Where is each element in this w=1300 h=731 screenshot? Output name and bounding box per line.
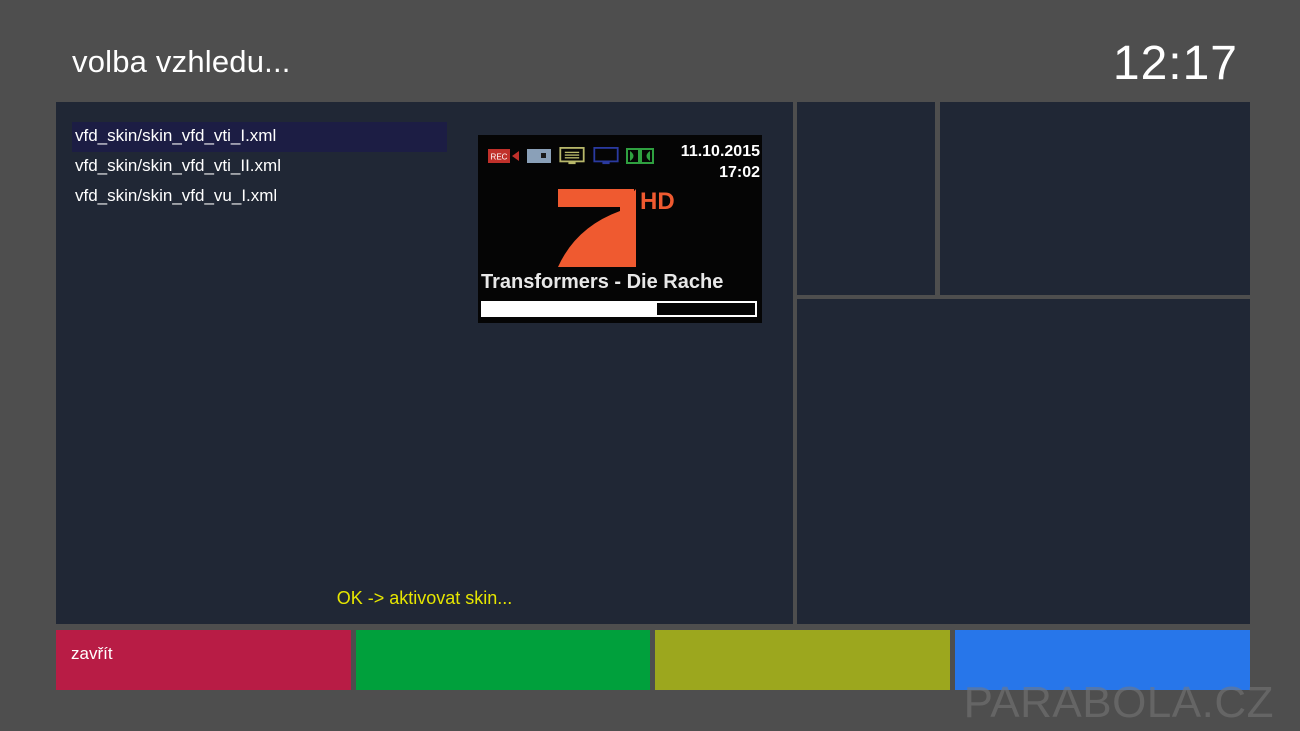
camera-icon bbox=[527, 149, 551, 163]
skin-list-item[interactable]: vfd_skin/skin_vfd_vti_II.xml bbox=[72, 152, 447, 182]
rec-icon: REC bbox=[488, 149, 519, 163]
clock: 12:17 bbox=[1112, 37, 1238, 90]
preview-progress-bar bbox=[481, 301, 757, 317]
rec-label: REC bbox=[491, 153, 508, 162]
skin-list: vfd_skin/skin_vfd_vti_I.xml vfd_skin/ski… bbox=[72, 122, 447, 212]
preview-date: 11.10.2015 bbox=[680, 143, 760, 160]
status-icons: REC bbox=[488, 147, 654, 165]
hint-text: OK -> aktivovat skin... bbox=[336, 588, 513, 608]
yellow-button[interactable] bbox=[655, 630, 950, 690]
screen-title: volba vzhledu... bbox=[72, 44, 291, 79]
channel-logo-suffix: HD bbox=[640, 188, 675, 215]
dolby-icon bbox=[626, 148, 654, 164]
skin-list-item[interactable]: vfd_skin/skin_vfd_vti_I.xml bbox=[72, 122, 447, 152]
preview-time: 17:02 bbox=[719, 164, 760, 181]
green-button[interactable] bbox=[356, 630, 650, 690]
preview-program-title: Transformers - Die Rache bbox=[481, 271, 724, 293]
info-panel-top-left bbox=[797, 102, 935, 295]
preview-progress-fill bbox=[483, 303, 658, 315]
teletext-icon bbox=[559, 147, 585, 165]
info-panel-top-right bbox=[940, 102, 1250, 295]
skin-selection-panel: vfd_skin/skin_vfd_vti_I.xml vfd_skin/ski… bbox=[56, 102, 793, 624]
red-button[interactable]: zavřít bbox=[56, 630, 351, 690]
info-panel-bottom bbox=[797, 299, 1250, 624]
watermark: PARABOLA.CZ bbox=[963, 678, 1274, 727]
hd-display-icon bbox=[593, 147, 619, 165]
red-button-label: zavřít bbox=[71, 644, 113, 663]
skin-list-item[interactable]: vfd_skin/skin_vfd_vu_I.xml bbox=[72, 182, 447, 212]
channel-logo: HD bbox=[558, 188, 675, 267]
skin-preview: REC 11.10.2015 17:02 HD Transformers - D… bbox=[478, 135, 762, 323]
